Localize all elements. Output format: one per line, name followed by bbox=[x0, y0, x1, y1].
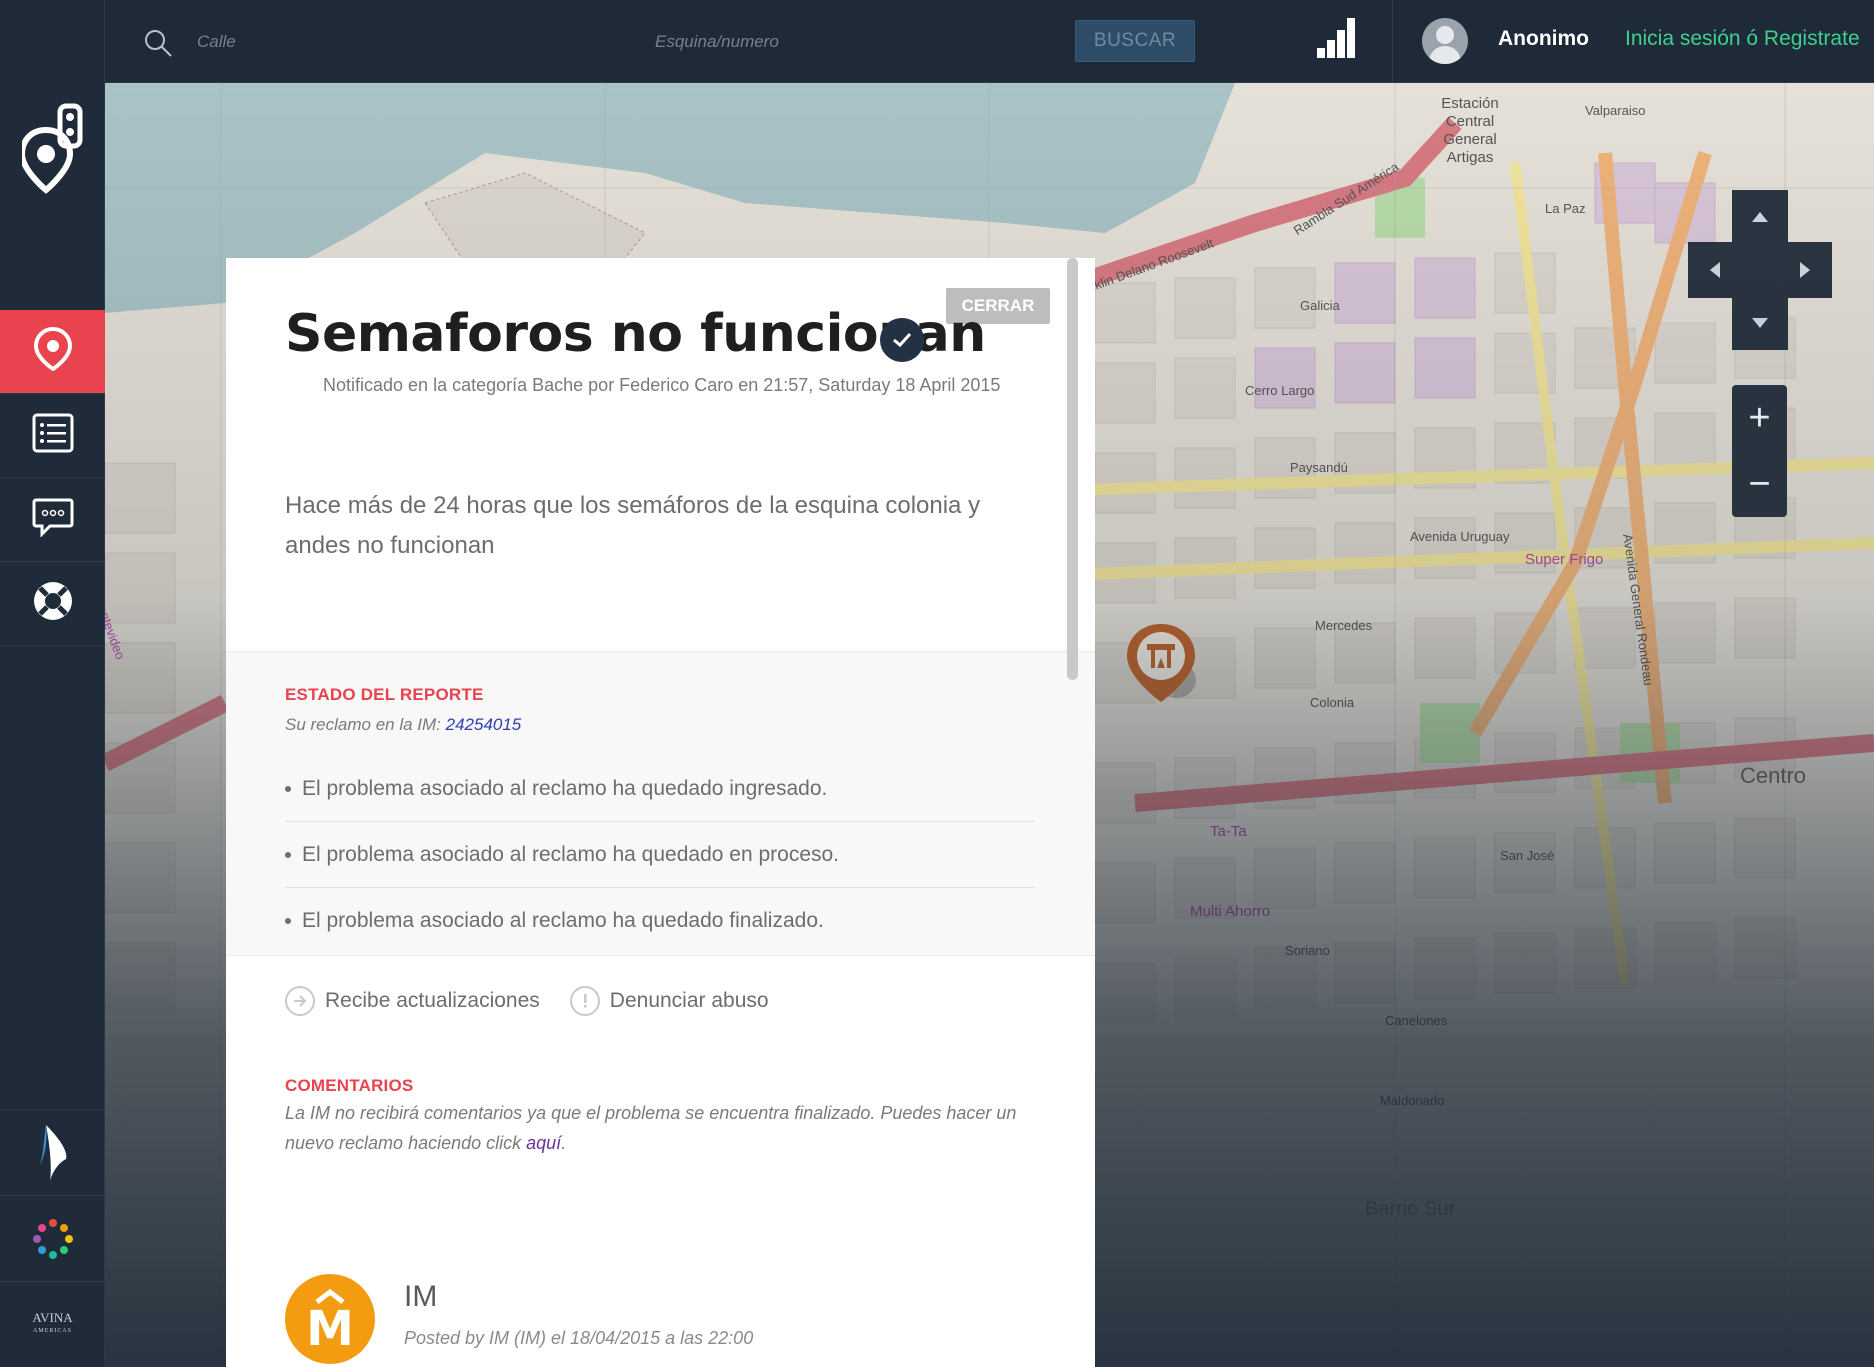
map-zoom-control: + − bbox=[1732, 385, 1787, 517]
arrow-right-circle-icon bbox=[285, 986, 315, 1016]
report-meta: Notificado en la categoría Bache por Fed… bbox=[323, 375, 1001, 395]
map-label-colonia: Colonia bbox=[1310, 695, 1355, 710]
map-label-san-jose: San José bbox=[1500, 848, 1555, 863]
new-report-link[interactable]: aquí bbox=[526, 1133, 561, 1153]
map-label-barrio-sur: Barrio Sur bbox=[1365, 1198, 1456, 1220]
status-text: El problema asociado al reclamo ha queda… bbox=[302, 842, 840, 866]
comments-note-text: La IM no recibirá comentarios ya que el … bbox=[285, 1103, 1017, 1153]
sidebar-item-list[interactable] bbox=[0, 394, 105, 478]
status-text: El problema asociado al reclamo ha queda… bbox=[302, 909, 824, 932]
user-name: Anonimo bbox=[1498, 27, 1589, 50]
map-label-mercedes: Mercedes bbox=[1315, 618, 1373, 633]
chat-icon bbox=[32, 497, 74, 542]
app-logo-icon[interactable] bbox=[0, 90, 105, 210]
panel-scrollbar[interactable] bbox=[1067, 258, 1078, 680]
map-pan-control bbox=[1688, 190, 1832, 350]
sidebar-item-comments[interactable] bbox=[0, 478, 105, 562]
search-button[interactable]: BUSCAR bbox=[1075, 20, 1195, 62]
avina-logo-subtext: AMERICAS bbox=[32, 1328, 72, 1334]
map-label-canelones: Canelones bbox=[1385, 1013, 1448, 1028]
claim-prefix: Su reclamo en la IM: bbox=[285, 715, 446, 734]
zoom-out-button[interactable]: − bbox=[1732, 451, 1787, 517]
report-description: Hace más de 24 horas que los semáforos d… bbox=[285, 492, 981, 559]
claim-line: Su reclamo en la IM: 24254015 bbox=[285, 715, 521, 735]
status-text: El problema asociado al reclamo ha queda… bbox=[302, 776, 828, 800]
map-pin-icon bbox=[33, 326, 73, 376]
comments-title: COMENTARIOS bbox=[285, 1076, 414, 1095]
map-label-av-uruguay: Avenida Uruguay bbox=[1410, 529, 1510, 544]
sidebar-item-map[interactable] bbox=[0, 310, 105, 394]
map-label-super-frigo: Super Frigo bbox=[1525, 551, 1604, 568]
map-label-valparaiso: Valparaiso bbox=[1585, 103, 1646, 118]
divider bbox=[1392, 0, 1393, 83]
status-section-title: ESTADO DEL REPORTE bbox=[285, 685, 484, 704]
comments-note: La IM no recibirá comentarios ya que el … bbox=[285, 1098, 1065, 1158]
map-label-galicia: Galicia bbox=[1300, 298, 1340, 313]
search-icon bbox=[143, 28, 173, 63]
list-item: El problema asociado al reclamo ha queda… bbox=[285, 822, 1035, 888]
map-label-estacion: Estación Central General Artigas bbox=[1441, 95, 1499, 166]
map-label-centro: Centro bbox=[1740, 763, 1807, 788]
list-item: El problema asociado al reclamo ha queda… bbox=[285, 888, 1035, 954]
map-label-paysandu: Paysandú bbox=[1290, 460, 1348, 475]
report-abuse-label: Denunciar abuso bbox=[609, 989, 769, 1012]
zoom-in-button[interactable]: + bbox=[1732, 385, 1787, 451]
list-item: El problema asociado al reclamo ha queda… bbox=[285, 756, 1035, 822]
avina-logo-text: AVINA bbox=[32, 1310, 73, 1325]
report-actions: Recibe actualizaciones Denunciar abuso bbox=[285, 986, 799, 1016]
stats-icon[interactable] bbox=[1315, 16, 1359, 65]
report-panel: CERRAR Semaforos no funcionan Notificado… bbox=[226, 258, 1095, 1367]
report-status-section: ESTADO DEL REPORTE Su reclamo en la IM: … bbox=[226, 651, 1095, 956]
sidebar-item-help[interactable] bbox=[0, 562, 105, 646]
commenter-avatar: M bbox=[285, 1274, 375, 1364]
exclamation-circle-icon bbox=[569, 986, 600, 1016]
map-label-soriano: Soriano bbox=[1285, 943, 1330, 958]
lifebuoy-icon bbox=[31, 579, 75, 628]
comments-note-end: . bbox=[561, 1133, 567, 1153]
bullet-icon bbox=[285, 785, 291, 792]
top-bar: BUSCAR Anonimo Inicia sesión ó Registrat… bbox=[105, 0, 1874, 83]
bullet-icon bbox=[285, 851, 291, 858]
comment-posted-info: Posted by IM (IM) el 18/04/2015 a las 22… bbox=[404, 1328, 754, 1348]
login-register-link[interactable]: Inicia sesión ó Registrate bbox=[1625, 27, 1860, 51]
subscribe-label: Recibe actualizaciones bbox=[325, 989, 540, 1012]
street-input[interactable] bbox=[197, 26, 497, 58]
map-label-ta-ta: Ta-Ta bbox=[1210, 823, 1247, 840]
map-label-cerro-largo: Cerro Largo bbox=[1245, 383, 1315, 398]
map-label-maldonado: Maldonado bbox=[1380, 1093, 1445, 1108]
report-abuse-button[interactable]: Denunciar abuso bbox=[569, 986, 769, 1016]
map-label-multi-ahorro: Multi Ahorro bbox=[1190, 903, 1271, 920]
corner-number-input[interactable] bbox=[655, 26, 955, 58]
map-label-la-paz: La Paz bbox=[1545, 201, 1586, 216]
sidebar: AVINA AMERICAS bbox=[0, 0, 105, 1367]
commenter-avatar-letter: M bbox=[306, 1301, 354, 1357]
partner-logo-dots-icon[interactable] bbox=[0, 1195, 105, 1281]
status-list: El problema asociado al reclamo ha queda… bbox=[285, 756, 1035, 954]
verified-check-icon bbox=[880, 318, 924, 362]
claim-number-link[interactable]: 24254015 bbox=[446, 715, 522, 734]
subscribe-updates-button[interactable]: Recibe actualizaciones bbox=[285, 986, 540, 1016]
partner-logo-sail-icon[interactable] bbox=[0, 1109, 105, 1195]
partner-logo-avina[interactable]: AVINA AMERICAS bbox=[0, 1281, 105, 1367]
avatar[interactable] bbox=[1422, 18, 1468, 64]
list-icon bbox=[32, 413, 74, 458]
bullet-icon bbox=[285, 918, 291, 924]
commenter-name: IM bbox=[404, 1280, 438, 1313]
